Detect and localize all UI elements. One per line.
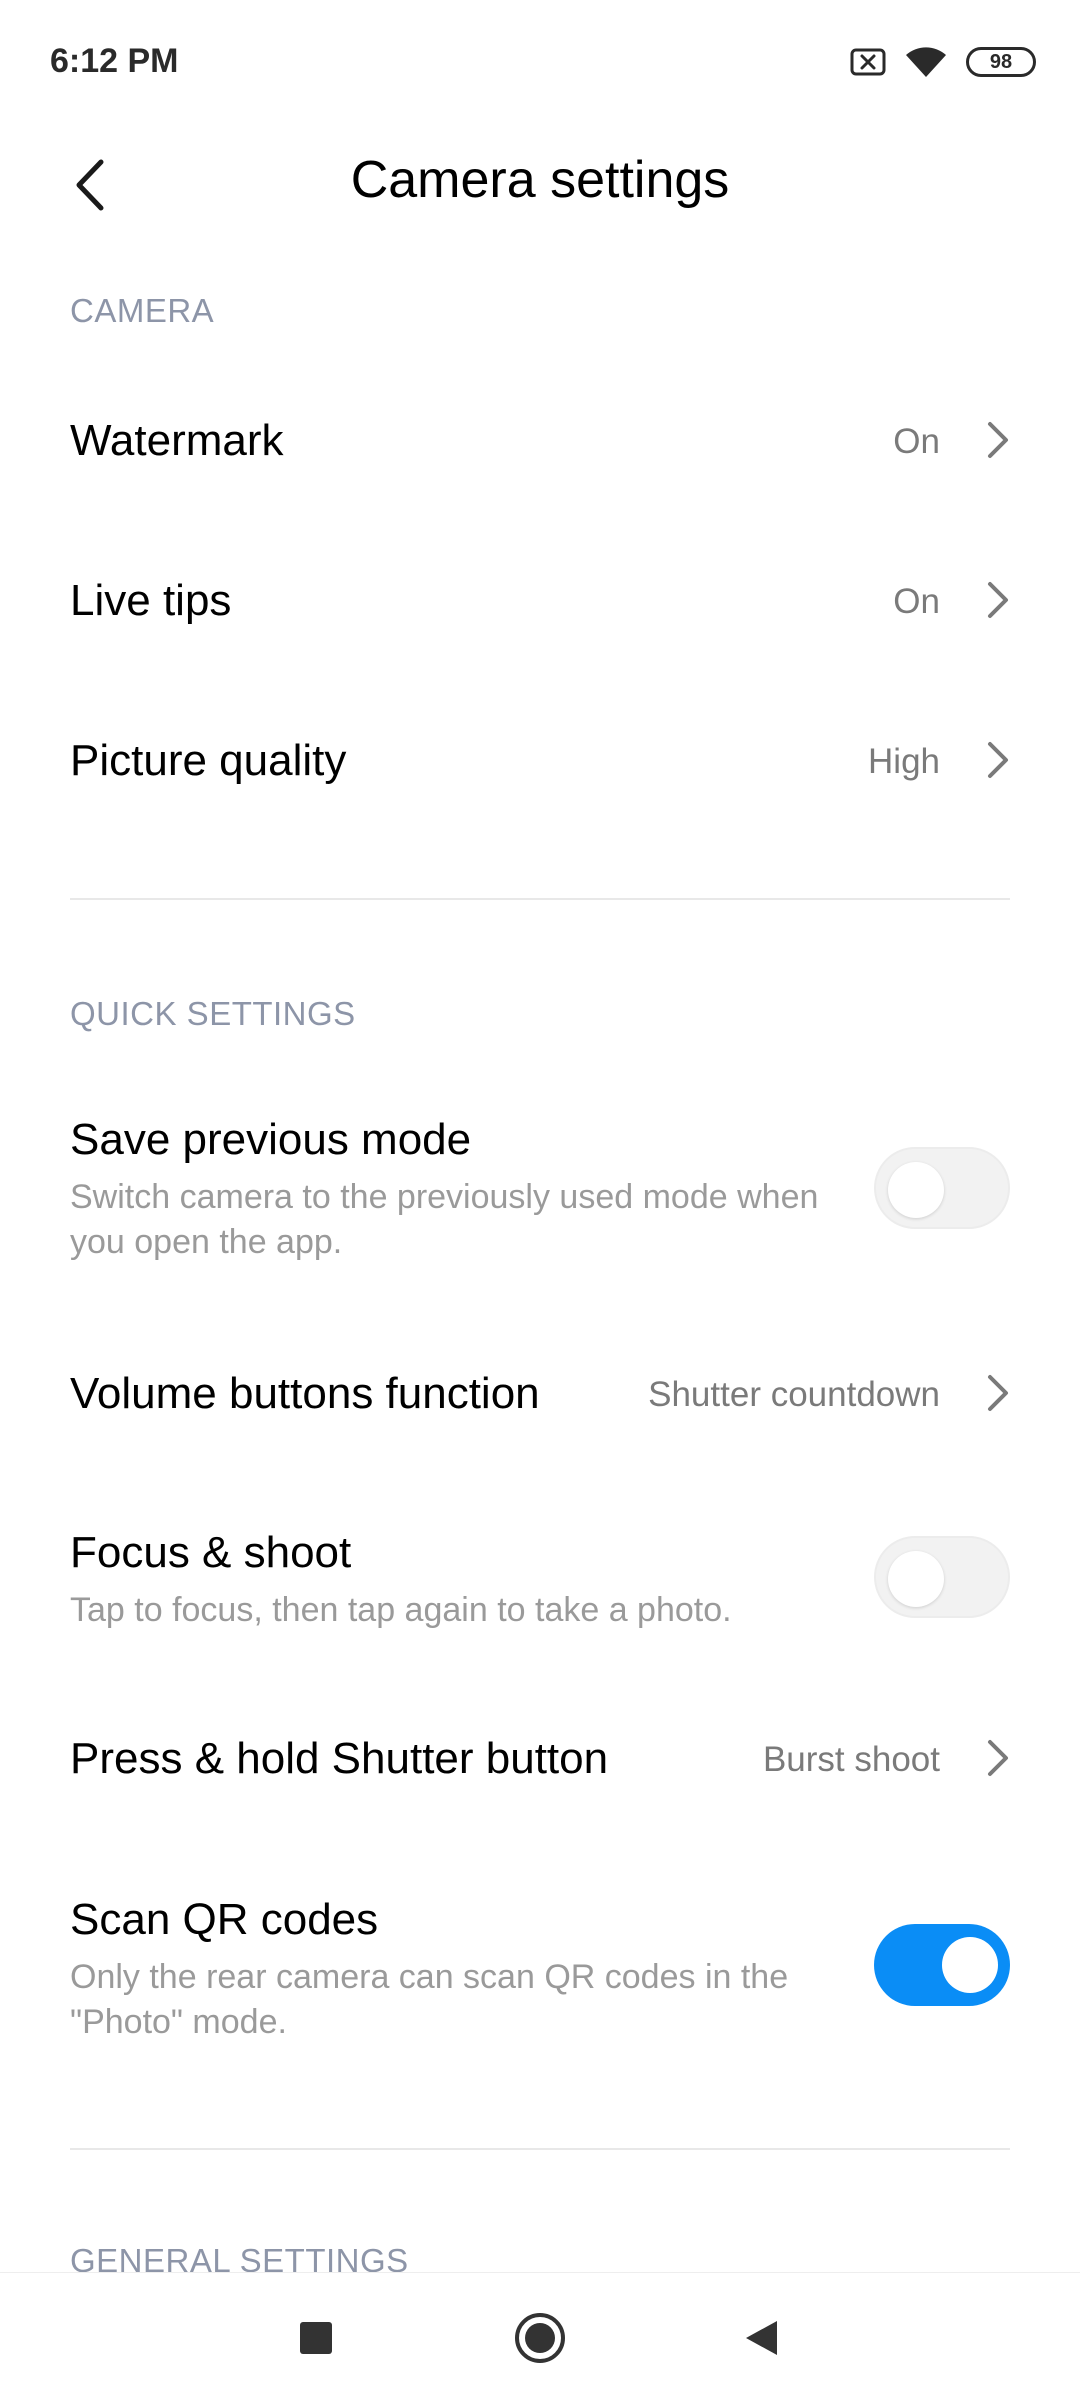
chevron-right-icon <box>988 582 1008 618</box>
picture-quality-title: Picture quality <box>70 736 347 785</box>
status-icons: 98 <box>850 42 1036 82</box>
section-label-camera: CAMERA <box>70 292 215 329</box>
chevron-right-icon <box>988 742 1008 778</box>
status-bar: 6:12 PM 98 <box>0 0 1080 130</box>
battery-level: 98 <box>989 50 1013 73</box>
back-triangle-icon <box>746 2321 777 2355</box>
live-tips-row[interactable]: Live tips On <box>0 550 1080 650</box>
scan-qr-codes-row[interactable]: Scan QR codes Only the rear camera can s… <box>0 1890 1080 2060</box>
save-previous-mode-row[interactable]: Save previous mode Switch camera to the … <box>0 1105 1080 1275</box>
live-tips-value: On <box>893 582 940 621</box>
save-previous-mode-description: Switch camera to the previously used mod… <box>70 1178 819 1261</box>
recents-button[interactable] <box>281 2303 351 2373</box>
focus-shoot-description: Tap to focus, then tap again to take a p… <box>70 1591 732 1629</box>
volume-buttons-function-title: Volume buttons function <box>70 1369 540 1418</box>
save-previous-mode-toggle[interactable] <box>874 1147 1010 1229</box>
chevron-right-icon <box>988 422 1008 458</box>
app-header: Camera settings <box>0 130 1080 240</box>
press-hold-shutter-value: Burst shoot <box>762 1740 940 1779</box>
chevron-right-icon <box>988 1375 1008 1411</box>
watermark-value: On <box>893 422 940 461</box>
home-button[interactable] <box>505 2303 575 2373</box>
home-circle-icon <box>515 2313 565 2363</box>
picture-quality-row[interactable]: Picture quality High <box>0 710 1080 810</box>
battery-icon: 98 <box>966 47 1036 77</box>
focus-shoot-row[interactable]: Focus & shoot Tap to focus, then tap aga… <box>0 1520 1080 1650</box>
scan-qr-codes-description: Only the rear camera can scan QR codes i… <box>70 1958 789 2041</box>
chevron-right-icon <box>988 1740 1008 1776</box>
recents-square-icon <box>300 2322 332 2354</box>
section-divider <box>70 2148 1010 2150</box>
toggle-knob <box>942 1937 998 1993</box>
focus-shoot-title: Focus & shoot <box>70 1528 352 1577</box>
save-previous-mode-title: Save previous mode <box>70 1115 472 1164</box>
back-nav-button[interactable] <box>726 2303 796 2373</box>
camera-settings-screen: 6:12 PM 98 Camera settings CAMERA Waterm… <box>0 0 1080 2400</box>
scan-qr-codes-title: Scan QR codes <box>70 1895 379 1944</box>
status-time: 6:12 PM <box>50 42 179 80</box>
toggle-knob <box>888 1162 944 1218</box>
volume-buttons-function-value: Shutter countdown <box>648 1375 940 1414</box>
focus-shoot-toggle[interactable] <box>874 1536 1010 1618</box>
section-label-quick-settings: QUICK SETTINGS <box>70 995 356 1032</box>
system-nav-bar <box>0 2272 1080 2400</box>
section-divider <box>70 898 1010 900</box>
press-hold-shutter-title: Press & hold Shutter button <box>70 1734 609 1783</box>
sim-x-icon <box>850 48 886 76</box>
page-title: Camera settings <box>350 151 730 209</box>
press-hold-shutter-row[interactable]: Press & hold Shutter button Burst shoot <box>0 1710 1080 1810</box>
toggle-knob <box>888 1551 944 1607</box>
watermark-row[interactable]: Watermark On <box>0 390 1080 490</box>
wifi-icon <box>906 47 946 77</box>
live-tips-title: Live tips <box>70 576 232 625</box>
volume-buttons-function-row[interactable]: Volume buttons function Shutter countdow… <box>0 1345 1080 1445</box>
watermark-title: Watermark <box>70 416 284 465</box>
picture-quality-value: High <box>868 742 940 781</box>
scan-qr-codes-toggle[interactable] <box>874 1924 1010 2006</box>
